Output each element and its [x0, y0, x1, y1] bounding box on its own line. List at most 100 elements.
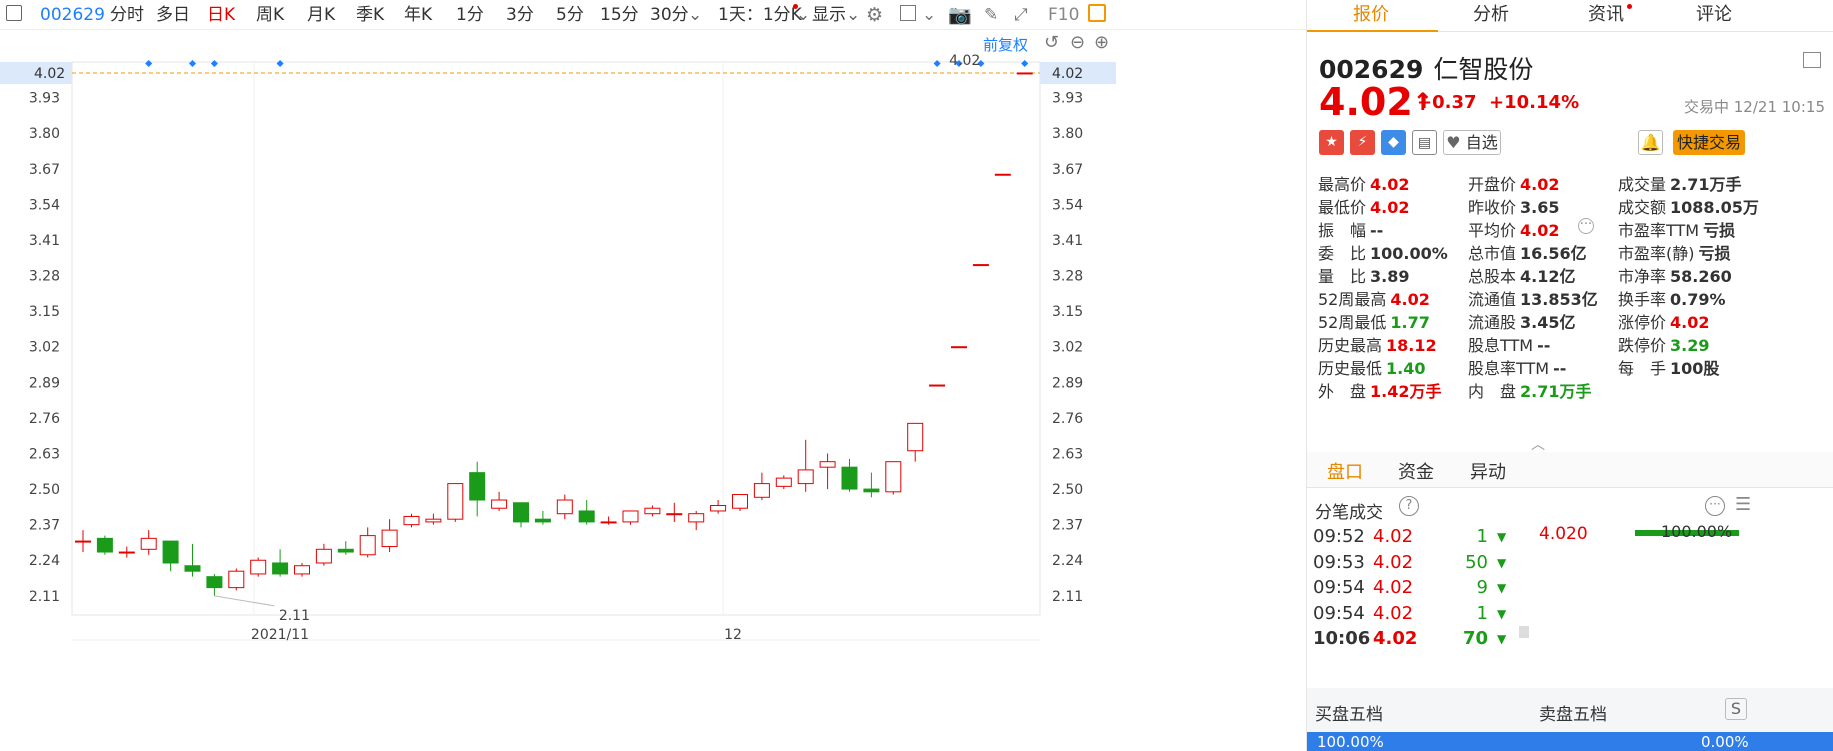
reset-icon[interactable]: ↺ — [1044, 32, 1059, 53]
sell-ratio: 0.00% — [1701, 733, 1749, 751]
more-icon[interactable]: ··· — [1578, 218, 1594, 234]
y-tick-label: 2.37 — [1052, 518, 1083, 534]
draw-rect-icon[interactable] — [900, 5, 916, 21]
candle-body — [272, 562, 289, 575]
expand-icon[interactable]: S — [1725, 698, 1747, 720]
period-tab[interactable]: 3分 — [506, 4, 534, 26]
tab-capital[interactable]: 资金 — [1398, 458, 1434, 484]
chevron-down-icon[interactable]: ⌄ — [688, 4, 702, 26]
stat-label: 流通值 — [1468, 290, 1517, 309]
chevron-down-icon[interactable]: ⌄ — [796, 4, 810, 26]
event-marker — [1021, 59, 1029, 68]
stat-label: 52周最高 — [1318, 290, 1387, 309]
period-tab[interactable]: 分时 — [110, 4, 144, 26]
zoom-in-icon[interactable]: ⊕ — [1094, 32, 1109, 53]
stat-label: 市净率 — [1618, 267, 1667, 286]
candle-body — [644, 507, 661, 515]
kline-chart[interactable]: 3.93 3.93 3.80 3.80 3.67 3.67 3.54 3.54 3.41 3.41… — [0, 30, 1306, 751]
tick-volume: 9 — [1476, 577, 1488, 598]
stat-cell: 每 手 100股 — [1618, 356, 1719, 383]
stat-value: 16.56亿 — [1520, 244, 1587, 263]
gear-icon[interactable]: ⚙ — [866, 4, 883, 26]
display-select[interactable]: 显示 — [812, 4, 846, 26]
panel-toggle-icon[interactable] — [6, 5, 22, 21]
tick-row: 09:54 4.02 1 ▼ — [1313, 601, 1828, 627]
period-tab[interactable]: 30分 — [650, 4, 689, 26]
add-watchlist-button[interactable]: ♥ 自选 — [1443, 130, 1501, 155]
y-tick-label: 2.63 — [1052, 446, 1083, 462]
stat-label: 委 比 — [1318, 244, 1367, 263]
period-tab[interactable]: 季K — [356, 4, 384, 26]
y-tick-label: 3.93 — [29, 91, 60, 107]
stat-value: 4.02 — [1370, 175, 1410, 194]
tab-movement[interactable]: 异动 — [1470, 458, 1506, 484]
fullscreen-icon[interactable]: ⤢ — [1014, 4, 1028, 26]
candle-body — [775, 477, 792, 487]
candle-body — [600, 521, 617, 524]
candle-body — [797, 469, 814, 485]
period-tab[interactable]: 15分 — [600, 4, 639, 26]
y-tick-label: 3.54 — [1052, 197, 1083, 213]
bookmark-icon[interactable]: ▤ — [1412, 130, 1437, 155]
tick-time: 10:06 — [1313, 628, 1371, 649]
y-tick-label: 3.67 — [29, 162, 60, 178]
list-icon[interactable]: ☰ — [1735, 494, 1751, 515]
tab-comments[interactable]: 评论 — [1696, 3, 1732, 27]
tab-orderbook[interactable]: 盘口 — [1327, 458, 1363, 484]
period-tab[interactable]: 1分 — [456, 4, 484, 26]
period-tab[interactable]: 日K — [207, 4, 235, 26]
pencil-icon[interactable]: ✎ — [984, 4, 998, 26]
stat-label: 振 幅 — [1318, 221, 1367, 240]
change-pct: +10.14% — [1489, 92, 1580, 113]
candle-body — [753, 483, 770, 498]
plot-frame — [71, 61, 1041, 616]
stat-value: 3.89 — [1370, 267, 1410, 286]
stat-value: 3.29 — [1670, 336, 1710, 355]
stat-label: 最低价 — [1318, 198, 1367, 217]
more-icon[interactable]: ··· — [1705, 496, 1725, 516]
y-tick-label: 2.89 — [29, 375, 60, 391]
candle-body — [447, 483, 464, 520]
side-panel-icon[interactable] — [1088, 4, 1106, 22]
stat-value: 18.12 — [1386, 336, 1437, 355]
flag-icon[interactable]: ★ — [1319, 130, 1344, 155]
zoom-out-icon[interactable]: ⊖ — [1070, 32, 1085, 53]
candle-body — [622, 510, 639, 523]
news-dot — [1627, 4, 1632, 9]
y-tick-label: 2.50 — [29, 482, 60, 498]
period-tab[interactable]: 年K — [404, 4, 432, 26]
stat-label: 总市值 — [1468, 244, 1517, 263]
tab-quote[interactable]: 报价 — [1353, 3, 1389, 27]
chevron-down-icon[interactable]: ⌄ — [846, 4, 860, 26]
bell-icon[interactable]: 🔔 — [1638, 130, 1663, 155]
help-icon[interactable]: ? — [1399, 496, 1419, 516]
minute-kline-select[interactable]: 1天：1分K — [718, 4, 802, 26]
stock-name: 仁智股份 — [1433, 55, 1534, 84]
tab-analysis[interactable]: 分析 — [1473, 3, 1509, 27]
y-tick-label: 2.11 — [29, 589, 60, 605]
chart-toolbar: 002629 分时 多日 日K 周K 月K 季K 年K 1分 3分 5分 15分 30分 ⌄ 1天：1… — [0, 0, 1306, 30]
tick-trades: 分笔成交 ? ··· ☰ 09:52 4.02 1 ▼ 09:53 4.02 50 ▼ 09:5… — [1307, 488, 1833, 688]
stat-label: 市盈率TTM — [1618, 221, 1700, 240]
quick-trade-button[interactable]: 快捷交易 — [1673, 130, 1745, 155]
candle-body — [228, 570, 245, 589]
five-levels: 买盘五档 卖盘五档 S 100.00% 0.00% — [1307, 688, 1833, 751]
candle-body — [250, 559, 267, 575]
tab-news[interactable]: 资讯 — [1588, 3, 1624, 27]
stat-label: 市盈率(静) — [1618, 244, 1695, 263]
f10-button[interactable]: F10 — [1048, 4, 1079, 26]
camera-icon[interactable]: 📷 — [948, 4, 972, 26]
period-tab[interactable]: 周K — [256, 4, 284, 26]
candle-body — [841, 466, 858, 490]
kline-svg[interactable]: 3.93 3.93 3.80 3.80 3.67 3.67 3.54 3.54 3.41 3.41… — [0, 30, 1306, 751]
period-tab[interactable]: 5分 — [556, 4, 584, 26]
lightning-icon[interactable]: ⚡ — [1350, 130, 1375, 155]
collapse-icon[interactable]: ︿ — [1531, 434, 1545, 454]
adjust-select[interactable]: 前复权 — [983, 34, 1028, 55]
tag-icon[interactable]: ◆ — [1381, 130, 1406, 155]
chevron-down-icon[interactable]: ⌄ — [922, 4, 936, 26]
period-tab[interactable]: 多日 — [156, 4, 190, 26]
stat-value: 1.77 — [1390, 313, 1430, 332]
layout-icon[interactable] — [1803, 52, 1821, 68]
period-tab[interactable]: 月K — [307, 4, 335, 26]
